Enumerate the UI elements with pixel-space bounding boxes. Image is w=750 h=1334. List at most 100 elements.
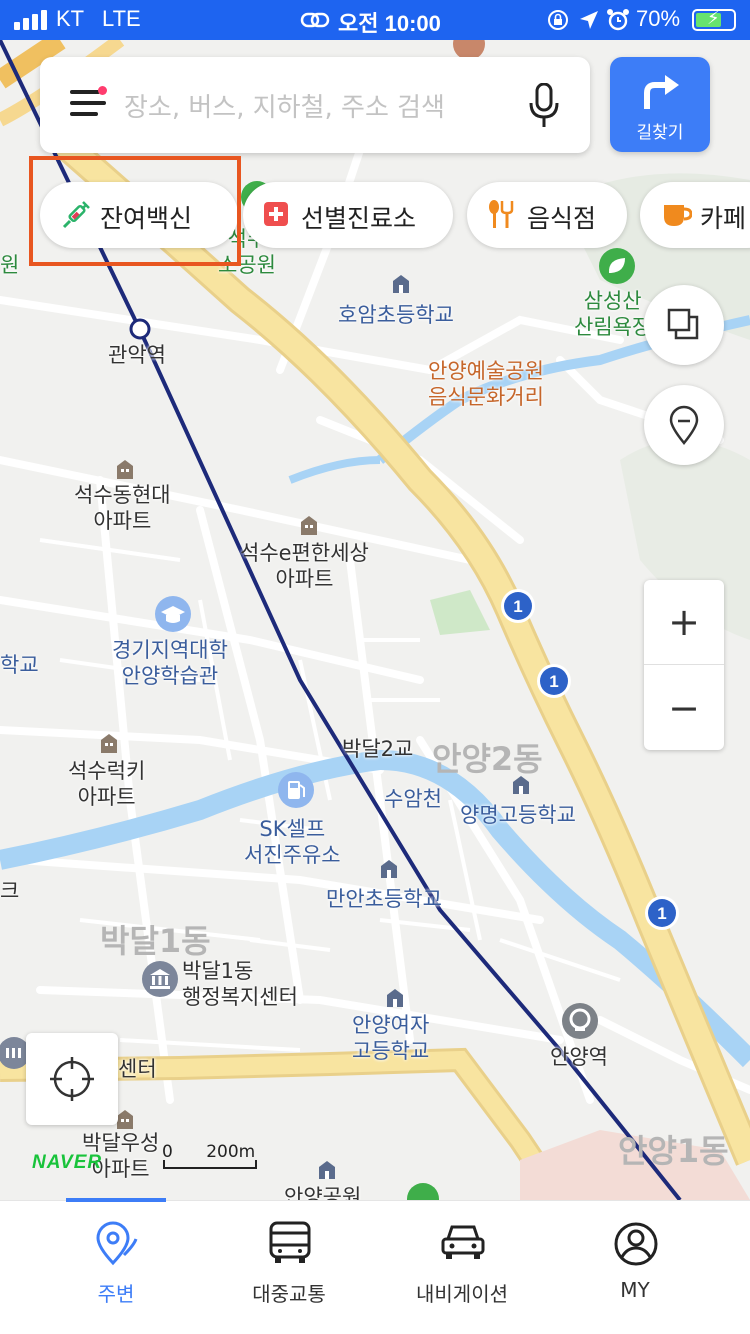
scale-distance: 200m: [206, 1142, 256, 1162]
car-icon: [441, 1225, 485, 1259]
nearby-pin-icon: [96, 1221, 138, 1266]
status-bar: KT LTE 오전 10:00 70% ⚡: [0, 0, 750, 40]
tab-label: 대중교통: [252, 1282, 326, 1306]
tab-label: 주변: [97, 1282, 135, 1306]
carrier-label: KT: [56, 6, 85, 31]
tab-label: MY: [620, 1278, 650, 1302]
bottom-nav: 주변 대중교통 내비게이션 MY: [0, 1198, 750, 1334]
divider: [644, 664, 724, 665]
school-icon: [387, 989, 403, 1007]
apartment-icon: [101, 734, 117, 753]
place-pin-button[interactable]: [644, 385, 724, 465]
map-label-yangmyeong-hs[interactable]: 양명고등학교: [460, 802, 576, 828]
university-icon: [155, 596, 191, 632]
profile-icon: [614, 1222, 658, 1266]
alarm-icon: [607, 9, 629, 31]
notification-dot: [98, 86, 107, 95]
map-label-edge: 원: [0, 253, 20, 277]
scale-line: [163, 1160, 257, 1169]
chip-label: 선별진료소: [301, 204, 417, 233]
apartment-icon: [117, 460, 133, 479]
zoom-control: + −: [644, 580, 724, 750]
map-label-anyang2dong: 안양2동: [432, 740, 543, 778]
map-label-edge: 크: [0, 879, 20, 903]
network-label: LTE: [102, 6, 141, 31]
map-label-sk-gas[interactable]: SK셀프 서진주유소: [244, 816, 341, 868]
gas-station-icon: [278, 772, 314, 808]
microphone-icon[interactable]: [528, 83, 560, 129]
location-arrow-icon: [580, 11, 598, 29]
menu-icon[interactable]: [70, 86, 107, 120]
map-label-anyang-park[interactable]: 안양공원: [284, 1184, 361, 1200]
road-badge: 1: [645, 896, 679, 930]
battery-icon: ⚡: [692, 8, 736, 31]
school-icon: [393, 275, 409, 293]
coffee-cup-icon: [664, 205, 692, 226]
chip-screening-clinic[interactable]: 선별진료소: [243, 182, 453, 248]
chip-label: 음식점: [527, 204, 597, 233]
svg-text:1: 1: [549, 672, 558, 691]
scale-bar: 0 200m: [162, 1142, 257, 1169]
bus-icon: [269, 1221, 311, 1263]
chip-restaurant[interactable]: 음식점: [467, 182, 627, 248]
map-label-samsung-forest[interactable]: 삼성산 산림욕장: [574, 288, 651, 340]
chip-cafe[interactable]: 카페: [640, 182, 750, 248]
road-badge: 1: [501, 589, 535, 623]
clock: 오전 10:00: [338, 11, 441, 36]
medical-cross-icon: [264, 202, 288, 226]
map-label-art-park[interactable]: 안양예술공원 음식문화거리: [428, 358, 544, 410]
tab-transit[interactable]: 대중교통: [195, 1201, 383, 1334]
zoom-out-button[interactable]: −: [644, 666, 724, 750]
leaf-icon: [407, 1183, 439, 1200]
map-label-gyeonggi-univ[interactable]: 경기지역대학 안양학습관: [112, 637, 228, 689]
search-input[interactable]: 장소, 버스, 지하철, 주소 검색: [124, 87, 445, 124]
link-icon: [300, 12, 330, 28]
map-label-anyang-girls-hs[interactable]: 안양여자 고등학교: [352, 1012, 429, 1064]
zoom-in-button[interactable]: +: [644, 580, 724, 664]
map-label-anyang-station[interactable]: 안양역: [550, 1044, 608, 1070]
map-label-edge: 센터: [118, 1057, 157, 1081]
map-label-suksu-lucky[interactable]: 석수럭키 아파트: [68, 758, 145, 810]
map-pin-icon: [669, 405, 699, 445]
map-label-gwanak-station[interactable]: 관악역: [108, 342, 166, 368]
tab-label: 내비게이션: [416, 1282, 508, 1306]
chip-label: 카페: [700, 204, 747, 233]
rotation-lock-icon: [548, 10, 568, 30]
layers-button[interactable]: [644, 285, 724, 365]
road-badge: 1: [537, 664, 571, 698]
directions-arrow-icon: [644, 75, 679, 109]
tab-nearby[interactable]: 주변: [22, 1201, 210, 1334]
map-label-bakdal1-center[interactable]: 박달1동 행정복지센터: [182, 958, 298, 1010]
search-bar[interactable]: 장소, 버스, 지하철, 주소 검색: [40, 57, 590, 153]
map-label-edge: 학교: [0, 653, 39, 677]
svg-text:1: 1: [657, 904, 666, 923]
tab-navigation[interactable]: 내비게이션: [368, 1201, 556, 1334]
layers-icon: [667, 308, 699, 340]
directions-label: 길찾기: [636, 123, 684, 143]
leaf-icon: [599, 248, 635, 284]
signal-icon: [14, 10, 48, 30]
highlight-box: [29, 156, 241, 266]
battery-percent: 70%: [636, 6, 681, 31]
map-label-suamcheon: 수암천: [384, 787, 442, 811]
map-label-manan-school[interactable]: 만안초등학교: [326, 886, 442, 912]
government-office-icon: [142, 961, 178, 997]
train-station-icon: [562, 1003, 598, 1039]
map-label-suksu-hyundai[interactable]: 석수동현대 아파트: [74, 482, 171, 534]
current-location-button[interactable]: [26, 1033, 118, 1125]
directions-button[interactable]: 길찾기: [610, 57, 710, 152]
map-label-bakdal1dong: 박달1동: [100, 922, 211, 960]
map-label-hoam-school[interactable]: 호암초등학교: [338, 302, 454, 328]
tab-my[interactable]: MY: [541, 1201, 729, 1334]
school-icon: [319, 1161, 335, 1179]
scale-zero: 0: [162, 1142, 173, 1162]
crosshair-icon: [50, 1057, 94, 1101]
map-label-bakdal2-bridge[interactable]: 박달2교: [342, 736, 413, 762]
map-label-suksu-epyeon[interactable]: 석수e편한세상 아파트: [240, 540, 369, 592]
svg-text:1: 1: [513, 597, 522, 616]
school-icon: [381, 860, 397, 878]
map-label-anyang1dong: 안양1동: [618, 1132, 729, 1170]
apartment-icon: [301, 516, 317, 535]
naver-logo: NAVER: [32, 1152, 103, 1173]
fork-knife-icon: [489, 200, 514, 228]
